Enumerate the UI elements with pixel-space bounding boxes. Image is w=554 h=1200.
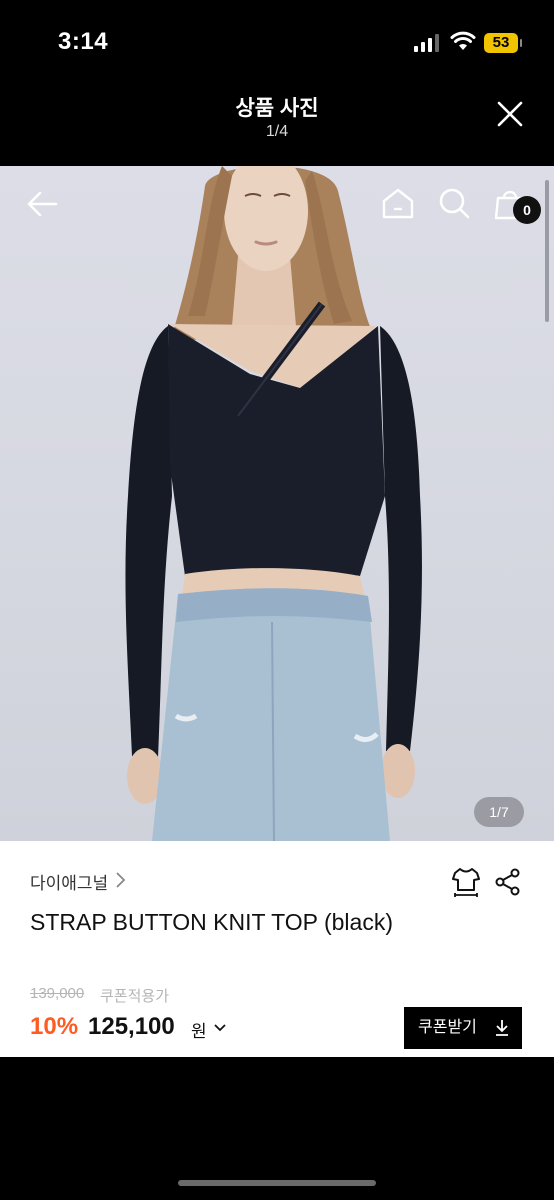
coupon-button-label: 쿠폰받기	[418, 1019, 477, 1036]
currency-label: 원	[191, 1022, 207, 1041]
size-guide-icon[interactable]	[451, 866, 481, 898]
search-icon[interactable]	[434, 184, 474, 224]
product-info: 다이애그널 STRAP BUTTON KNIT TOP (black) 139,…	[0, 841, 554, 1057]
status-time: 3:14	[58, 28, 109, 55]
photo-viewer-header: 상품 사진 1/4	[0, 88, 554, 166]
chevron-down-icon[interactable]	[213, 1023, 227, 1033]
home-indicator[interactable]	[178, 1180, 376, 1186]
product-photo[interactable]: 1/7	[0, 166, 554, 841]
original-price: 139,000	[30, 985, 85, 1002]
product-name: STRAP BUTTON KNIT TOP (black)	[30, 909, 393, 935]
share-icon[interactable]	[494, 868, 522, 896]
viewer-title: 상품 사진	[235, 97, 319, 120]
model-image	[125, 166, 422, 841]
status-bar: 3:14 53	[0, 0, 554, 88]
coupon-price-label: 쿠폰적용가	[100, 988, 170, 1005]
chevron-right-icon[interactable]	[114, 871, 126, 889]
photo-counter: 1/7	[474, 797, 524, 827]
wifi-icon	[450, 31, 476, 50]
back-arrow-icon[interactable]	[22, 184, 62, 224]
photo-scrollbar[interactable]	[545, 180, 549, 322]
cart-count-badge: 0	[513, 196, 541, 224]
close-icon[interactable]	[490, 94, 530, 134]
discount-rate: 10%	[30, 1013, 79, 1040]
coupon-download-button[interactable]: 쿠폰받기	[404, 1007, 522, 1049]
download-icon	[496, 1020, 508, 1036]
viewer-page-counter: 1/4	[265, 123, 289, 140]
home-icon[interactable]	[378, 184, 418, 224]
brand-link[interactable]: 다이애그널	[30, 869, 108, 894]
battery-indicator: 53	[484, 33, 522, 53]
cellular-signal-icon	[414, 34, 440, 52]
sale-price: 125,100	[88, 1013, 175, 1040]
